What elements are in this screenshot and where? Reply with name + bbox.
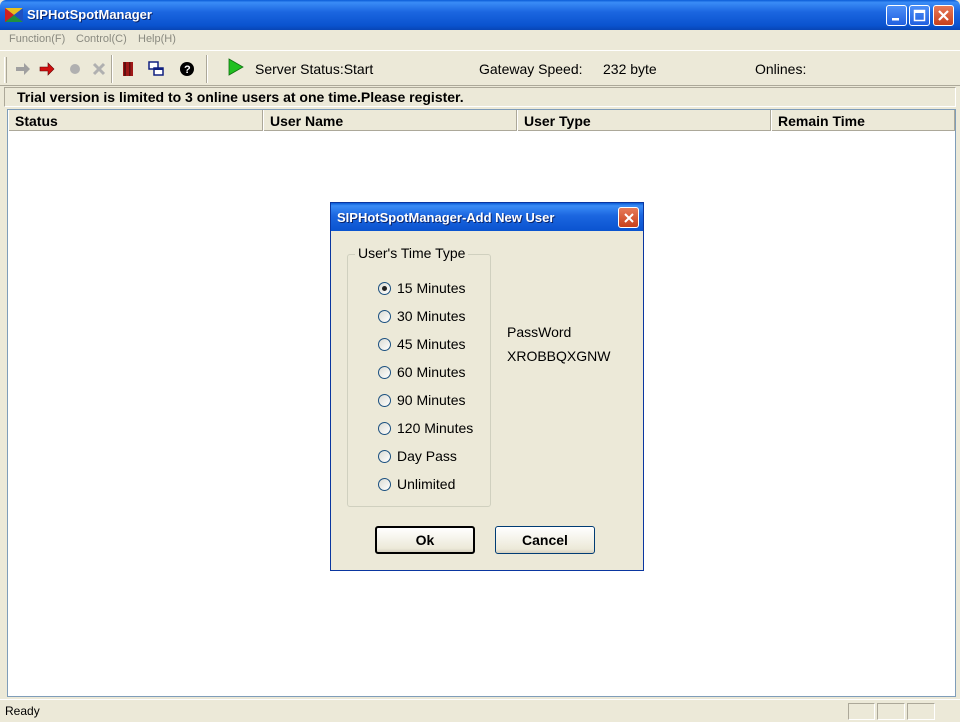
gateway-speed-value: 232 byte bbox=[603, 61, 657, 77]
radio-button[interactable] bbox=[378, 365, 391, 379]
status-bar: Ready bbox=[0, 699, 960, 722]
cancel-button[interactable]: Cancel bbox=[495, 526, 595, 554]
stop-button[interactable] bbox=[65, 59, 85, 79]
play-icon bbox=[228, 58, 244, 76]
radio-15-minutes[interactable]: 15 Minutes bbox=[378, 278, 465, 298]
status-panel bbox=[907, 703, 935, 720]
close-icon bbox=[623, 212, 634, 223]
trial-notice: Trial version is limited to 3 online use… bbox=[4, 87, 956, 107]
gateway-speed-label: Gateway Speed: bbox=[479, 61, 583, 77]
column-user-name[interactable]: User Name bbox=[263, 110, 517, 131]
server-status-text: Server Status:Start bbox=[255, 61, 374, 77]
radio-unlimited[interactable]: Unlimited bbox=[378, 474, 455, 494]
maximize-icon bbox=[913, 9, 926, 22]
time-type-group: User's Time Type 15 Minutes 30 Minutes 4… bbox=[347, 245, 491, 507]
dialog-title-bar[interactable]: SIPHotSpotManager-Add New User bbox=[331, 203, 643, 231]
ok-button[interactable]: Ok bbox=[375, 526, 475, 554]
forward-button[interactable] bbox=[13, 59, 33, 79]
menu-function[interactable]: Function(F) bbox=[9, 33, 65, 45]
book-icon bbox=[123, 62, 133, 76]
minimize-button[interactable] bbox=[886, 5, 907, 26]
radio-label: 90 Minutes bbox=[397, 392, 466, 408]
radio-45-minutes[interactable]: 45 Minutes bbox=[378, 334, 465, 354]
radio-button[interactable] bbox=[378, 337, 391, 351]
list-header: Status User Name User Type Remain Time bbox=[8, 110, 955, 131]
radio-label: Day Pass bbox=[397, 448, 457, 464]
app-logo-icon bbox=[5, 8, 23, 22]
radio-90-minutes[interactable]: 90 Minutes bbox=[378, 390, 465, 410]
svg-text:?: ? bbox=[184, 64, 191, 76]
toolbar-separator bbox=[206, 55, 208, 83]
menu-control[interactable]: Control(C) bbox=[76, 33, 127, 45]
column-user-type[interactable]: User Type bbox=[517, 110, 771, 131]
radio-day-pass[interactable]: Day Pass bbox=[378, 446, 457, 466]
close-button[interactable] bbox=[933, 5, 954, 26]
radio-label: 60 Minutes bbox=[397, 364, 466, 380]
column-remain-time[interactable]: Remain Time bbox=[771, 110, 955, 131]
radio-60-minutes[interactable]: 60 Minutes bbox=[378, 362, 465, 382]
book-button[interactable] bbox=[118, 59, 138, 79]
radio-30-minutes[interactable]: 30 Minutes bbox=[378, 306, 465, 326]
radio-120-minutes[interactable]: 120 Minutes bbox=[378, 418, 473, 438]
help-button[interactable]: ? bbox=[176, 59, 196, 79]
add-new-user-dialog: SIPHotSpotManager-Add New User User's Ti… bbox=[330, 202, 644, 571]
window-title: SIPHotSpotManager bbox=[27, 7, 152, 22]
toolbar: ? Server Status:Start Gateway Speed: 232… bbox=[0, 50, 960, 86]
status-panel bbox=[848, 703, 875, 720]
password-label: PassWord bbox=[507, 324, 572, 340]
radio-button[interactable] bbox=[378, 309, 391, 323]
dialog-title: SIPHotSpotManager-Add New User bbox=[337, 210, 555, 225]
windows-icon bbox=[148, 61, 164, 76]
main-window: SIPHotSpotManager Function(F) Control(C)… bbox=[0, 0, 960, 722]
radio-button[interactable] bbox=[378, 477, 391, 491]
close-icon bbox=[938, 10, 949, 21]
minimize-icon bbox=[892, 18, 899, 21]
onlines-label: Onlines: bbox=[755, 61, 807, 77]
radio-label: 120 Minutes bbox=[397, 420, 474, 436]
menu-bar: Function(F) Control(C) Help(H) bbox=[0, 30, 960, 49]
title-bar[interactable]: SIPHotSpotManager bbox=[0, 0, 960, 30]
stop-icon bbox=[70, 64, 80, 74]
send-button[interactable] bbox=[37, 59, 57, 79]
arrow-right-red-icon bbox=[39, 62, 55, 76]
dialog-close-button[interactable] bbox=[618, 207, 639, 228]
radio-button[interactable] bbox=[378, 449, 391, 463]
windows-button[interactable] bbox=[146, 59, 166, 79]
help-icon: ? bbox=[180, 62, 194, 76]
radio-label: 30 Minutes bbox=[397, 308, 466, 324]
start-server-button[interactable] bbox=[225, 57, 245, 77]
radio-button[interactable] bbox=[378, 421, 391, 435]
delete-button[interactable] bbox=[89, 59, 109, 79]
toolbar-grip[interactable] bbox=[4, 57, 7, 83]
radio-label: 15 Minutes bbox=[397, 280, 466, 296]
maximize-button[interactable] bbox=[909, 5, 930, 26]
password-value: XROBBQXGNW bbox=[507, 348, 611, 364]
column-status[interactable]: Status bbox=[8, 110, 263, 131]
delete-icon bbox=[92, 62, 106, 76]
radio-button[interactable] bbox=[378, 281, 391, 295]
status-panel bbox=[877, 703, 905, 720]
toolbar-separator bbox=[111, 55, 113, 83]
status-text: Ready bbox=[5, 704, 40, 718]
radio-label: Unlimited bbox=[397, 476, 456, 492]
radio-label: 45 Minutes bbox=[397, 336, 466, 352]
menu-help[interactable]: Help(H) bbox=[138, 33, 176, 45]
time-type-group-label: User's Time Type bbox=[355, 245, 469, 261]
arrow-right-icon bbox=[16, 63, 30, 75]
trial-notice-text: Trial version is limited to 3 online use… bbox=[17, 89, 464, 105]
radio-button[interactable] bbox=[378, 393, 391, 407]
